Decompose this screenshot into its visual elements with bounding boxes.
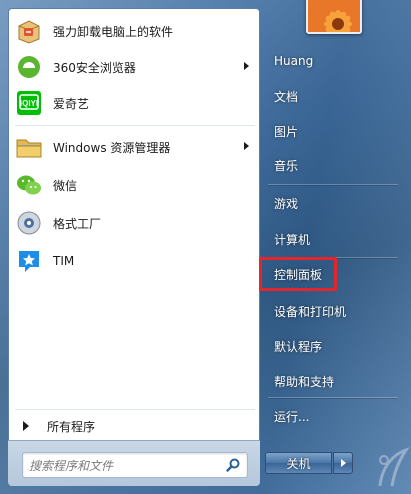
program-label: 爱奇艺: [53, 96, 90, 111]
right-item-label: 图片: [274, 124, 299, 139]
right-item-label: 设备和打印机: [274, 304, 347, 319]
shutdown-label: 关机: [286, 456, 311, 471]
right-item-documents[interactable]: 文档: [270, 82, 382, 110]
program-label: 360安全浏览器: [53, 60, 136, 75]
program-item-wechat[interactable]: 微信: [13, 167, 255, 203]
program-label: 格式工厂: [53, 216, 102, 231]
submenu-arrow-icon[interactable]: [244, 62, 249, 70]
user-avatar[interactable]: [306, 0, 362, 34]
right-item-pictures[interactable]: 图片: [270, 117, 382, 145]
right-item-default-programs[interactable]: 默认程序: [270, 332, 382, 360]
right-item-devices-printers[interactable]: 设备和打印机: [270, 297, 382, 325]
separator: [15, 125, 255, 126]
program-item-iqiyi[interactable]: iQIYI 爱奇艺: [13, 85, 255, 121]
program-label: 强力卸载电脑上的软件: [53, 24, 174, 39]
separator: [268, 397, 398, 398]
programs-pane: 强力卸载电脑上的软件 360安全浏览器 iQIYI 爱奇艺 Windows 资源…: [8, 8, 260, 486]
program-label: TIM: [53, 254, 75, 268]
right-item-user-folder[interactable]: Huang: [270, 47, 382, 75]
360-browser-icon: [15, 53, 43, 81]
right-item-label: 运行...: [274, 409, 310, 424]
search-icon[interactable]: [225, 457, 241, 473]
program-item-format-factory[interactable]: 格式工厂: [13, 205, 255, 241]
right-item-label: Huang: [274, 54, 314, 68]
program-label: 微信: [53, 178, 78, 193]
all-programs-label: 所有程序: [47, 419, 96, 434]
right-item-label: 默认程序: [274, 339, 323, 354]
shutdown-button[interactable]: 关机: [265, 452, 332, 474]
program-item-windows-explorer[interactable]: Windows 资源管理器: [13, 129, 255, 165]
separator: [15, 409, 255, 410]
tim-icon: [15, 247, 43, 275]
right-item-games[interactable]: 游戏: [270, 189, 382, 217]
iqiyi-icon: iQIYI: [15, 89, 43, 117]
svg-text:iQIYI: iQIYI: [20, 99, 38, 108]
program-label: Windows 资源管理器: [53, 140, 171, 155]
right-item-label: 文档: [274, 89, 299, 104]
all-programs-button[interactable]: 所有程序: [15, 415, 255, 437]
right-item-music[interactable]: 音乐: [270, 151, 382, 179]
watermark-logo-icon: [378, 447, 410, 487]
wechat-icon: [15, 171, 43, 199]
search-input[interactable]: [29, 457, 219, 475]
flower-picture-icon: [308, 0, 360, 32]
right-item-computer[interactable]: 计算机: [270, 225, 382, 253]
right-item-label: 计算机: [274, 232, 311, 247]
expand-arrow-icon: [23, 421, 29, 431]
chevron-right-icon: [340, 459, 346, 467]
shutdown-options-button[interactable]: [333, 452, 353, 474]
right-item-label: 游戏: [274, 196, 299, 211]
uninstaller-box-icon: [15, 17, 43, 45]
program-item-360-browser[interactable]: 360安全浏览器: [13, 49, 255, 85]
explorer-folder-icon: [15, 133, 43, 161]
search-box[interactable]: [22, 452, 248, 478]
right-item-label: 音乐: [274, 158, 299, 173]
right-item-help-support[interactable]: 帮助和支持: [270, 367, 382, 395]
separator: [268, 184, 398, 185]
program-item-tim[interactable]: TIM: [13, 243, 255, 279]
highlight-box: [259, 257, 337, 291]
right-item-run[interactable]: 运行...: [270, 402, 382, 430]
format-factory-icon: [15, 209, 43, 237]
program-item-uninstaller[interactable]: 强力卸载电脑上的软件: [13, 13, 255, 49]
submenu-arrow-icon[interactable]: [244, 142, 249, 150]
right-item-label: 帮助和支持: [274, 374, 335, 389]
